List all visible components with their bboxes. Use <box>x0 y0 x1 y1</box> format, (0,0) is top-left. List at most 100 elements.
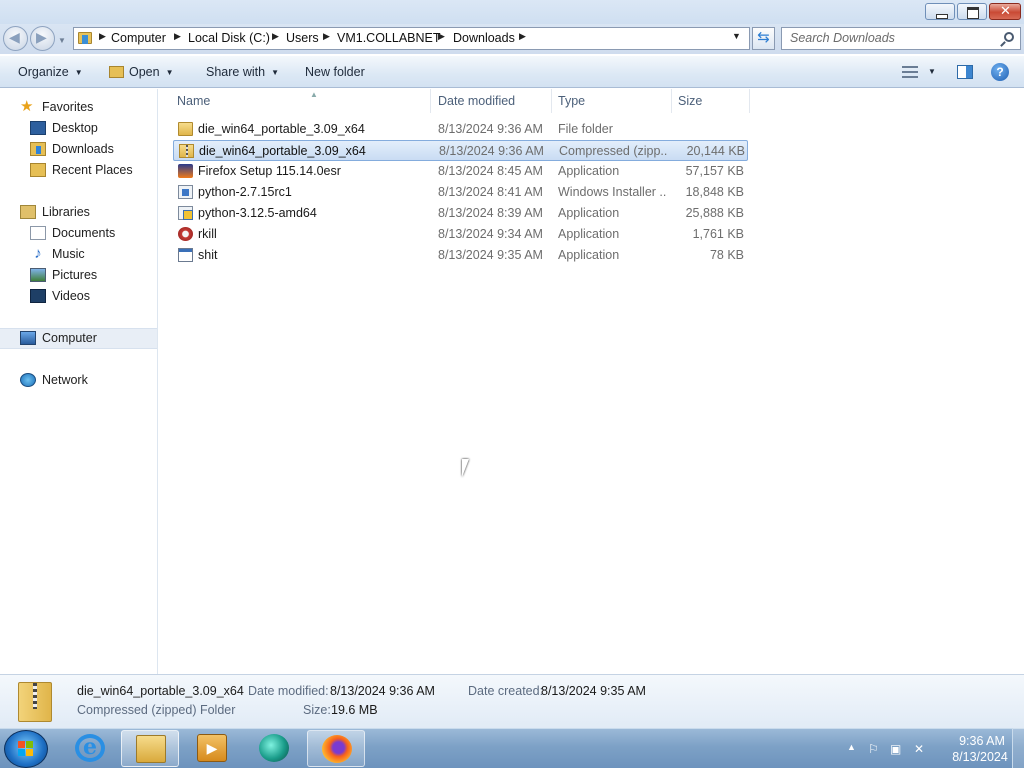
breadcrumb-downloads[interactable]: Downloads <box>453 31 515 45</box>
forward-button[interactable]: ▶ <box>30 26 55 51</box>
breadcrumb-users[interactable]: Users <box>286 31 319 45</box>
file-date: 8/13/2024 9:36 AM <box>438 122 543 136</box>
show-desktop-button[interactable] <box>1012 728 1024 768</box>
nav-label: Pictures <box>52 268 98 282</box>
nav-label: Videos <box>52 289 90 303</box>
msi-installer-icon <box>178 185 193 199</box>
media-player-icon: ▶ <box>197 734 227 762</box>
chevron-down-icon[interactable]: ▼ <box>928 67 936 76</box>
column-header-name[interactable]: Name ▲ <box>171 89 431 113</box>
file-row[interactable]: rkill 8/13/2024 9:34 AM Application 1,76… <box>173 224 748 245</box>
taskbar-media-player[interactable]: ▶ <box>183 730 241 767</box>
network-status-icon[interactable]: ▣ <box>890 742 901 756</box>
help-icon[interactable]: ? <box>991 63 1009 81</box>
chevron-down-icon: ▼ <box>165 68 174 77</box>
taskbar-app[interactable] <box>245 730 303 767</box>
taskbar-windows-explorer[interactable] <box>121 730 179 767</box>
file-type: Application <box>558 227 620 241</box>
arrow-left-icon: ◀ <box>9 29 20 45</box>
breadcrumb-local-disk[interactable]: Local Disk (C:) <box>188 31 270 45</box>
back-button[interactable]: ◀ <box>3 26 28 51</box>
details-date-created-label: Date created: <box>468 684 544 698</box>
details-pane: die_win64_portable_3.09_x64 Compressed (… <box>0 674 1024 728</box>
documents-icon <box>30 226 46 240</box>
file-row[interactable]: python-3.12.5-amd64 8/13/2024 8:39 AM Ap… <box>173 203 748 224</box>
search-box[interactable] <box>781 27 1021 50</box>
rkill-icon <box>178 227 193 241</box>
chevron-right-icon[interactable]: ▶ <box>438 31 445 42</box>
search-icon[interactable] <box>1004 32 1014 42</box>
search-input[interactable] <box>790 31 990 45</box>
chevron-right-icon[interactable]: ▶ <box>272 31 279 42</box>
title-bar <box>0 0 1024 24</box>
breadcrumb-vm1-collabnet[interactable]: VM1.COLLABNET <box>337 31 441 45</box>
chevron-right-icon[interactable]: ▶ <box>323 31 330 42</box>
zip-folder-icon <box>18 682 52 722</box>
organize-button[interactable]: Organize ▼ <box>18 65 83 79</box>
start-button[interactable] <box>4 730 48 768</box>
nav-label: Libraries <box>42 205 90 219</box>
file-row[interactable]: die_win64_portable_3.09_x64 8/13/2024 9:… <box>173 119 748 140</box>
libraries-icon <box>20 205 36 219</box>
share-with-button[interactable]: Share with ▼ <box>206 65 279 79</box>
details-file-type: Compressed (zipped) Folder <box>77 703 236 717</box>
file-row[interactable]: shit 8/13/2024 9:35 AM Application 78 KB <box>173 245 748 266</box>
action-center-icon[interactable]: ⚐ <box>868 742 879 756</box>
file-type: Compressed (zipp... <box>559 144 667 158</box>
show-hidden-icons-icon[interactable]: ▲ <box>847 742 856 752</box>
file-date: 8/13/2024 9:36 AM <box>439 144 544 158</box>
folder-icon <box>78 32 92 44</box>
file-row-selected[interactable]: die_win64_portable_3.09_x64 8/13/2024 9:… <box>173 140 748 161</box>
file-size: 18,848 KB <box>685 185 744 199</box>
file-name: python-2.7.15rc1 <box>198 185 292 199</box>
clock-date[interactable]: 8/13/2024 <box>946 750 1014 764</box>
column-header-size[interactable]: Size <box>672 89 750 113</box>
file-row[interactable]: Firefox Setup 115.14.0esr 8/13/2024 8:45… <box>173 161 748 182</box>
minimize-button[interactable] <box>925 3 955 20</box>
taskbar: e ▶ ▲ ⚐ ▣ ✕ 9:36 AM 8/13/2024 <box>0 728 1024 768</box>
nav-label: Recent Places <box>52 163 133 177</box>
file-date: 8/13/2024 8:45 AM <box>438 164 543 178</box>
breadcrumb-computer[interactable]: Computer <box>111 31 166 45</box>
chevron-right-icon[interactable]: ▶ <box>174 31 181 42</box>
file-list: die_win64_portable_3.09_x64 8/13/2024 9:… <box>159 117 1024 674</box>
network-icon <box>20 373 36 387</box>
recent-pages-button[interactable]: ▼ <box>58 36 66 45</box>
command-bar: Organize ▼ Open ▼ Share with ▼ New folder <box>0 56 1024 88</box>
column-header-date-modified[interactable]: Date modified <box>432 89 552 113</box>
windows-logo-icon <box>18 741 34 757</box>
open-button[interactable]: Open ▼ <box>109 65 174 79</box>
clock-time[interactable]: 9:36 AM <box>950 734 1014 748</box>
videos-icon <box>30 289 46 303</box>
column-header-type[interactable]: Type <box>552 89 672 113</box>
navigation-pane: ★ Favorites Desktop Downloads Recent Pla… <box>0 89 158 674</box>
taskbar-internet-explorer[interactable]: e <box>61 730 119 767</box>
volume-muted-icon[interactable]: ✕ <box>914 742 924 756</box>
details-date-modified: 8/13/2024 9:36 AM <box>330 684 435 698</box>
preview-pane-icon[interactable] <box>957 65 973 79</box>
file-name: die_win64_portable_3.09_x64 <box>199 144 366 158</box>
open-icon <box>109 66 124 78</box>
exe-icon <box>178 248 193 262</box>
file-name: python-3.12.5-amd64 <box>198 206 317 220</box>
file-row[interactable]: python-2.7.15rc1 8/13/2024 8:41 AM Windo… <box>173 182 748 203</box>
chevron-right-icon[interactable]: ▶ <box>519 31 526 42</box>
file-name: shit <box>198 248 218 262</box>
address-bar[interactable]: ▶ Computer ▶ Local Disk (C:) ▶ Users ▶ V… <box>73 27 750 50</box>
file-type: File folder <box>558 122 613 136</box>
chevron-right-icon[interactable]: ▶ <box>99 31 106 42</box>
refresh-button[interactable]: ⇆ <box>752 27 775 50</box>
details-date-modified-label: Date modified: <box>248 684 329 698</box>
details-size-label: Size: <box>303 703 331 717</box>
taskbar-firefox[interactable] <box>307 730 365 767</box>
maximize-button[interactable] <box>957 3 987 20</box>
new-folder-button[interactable]: New folder <box>305 65 365 79</box>
firefox-setup-icon <box>178 164 193 178</box>
file-size: 1,761 KB <box>692 227 744 241</box>
file-type: Windows Installer ... <box>558 185 666 199</box>
nav-label: Network <box>42 373 88 387</box>
chevron-down-icon[interactable]: ▼ <box>732 31 741 41</box>
close-button[interactable] <box>989 3 1021 20</box>
nav-label: Music <box>52 247 85 261</box>
views-icon[interactable] <box>902 66 918 78</box>
